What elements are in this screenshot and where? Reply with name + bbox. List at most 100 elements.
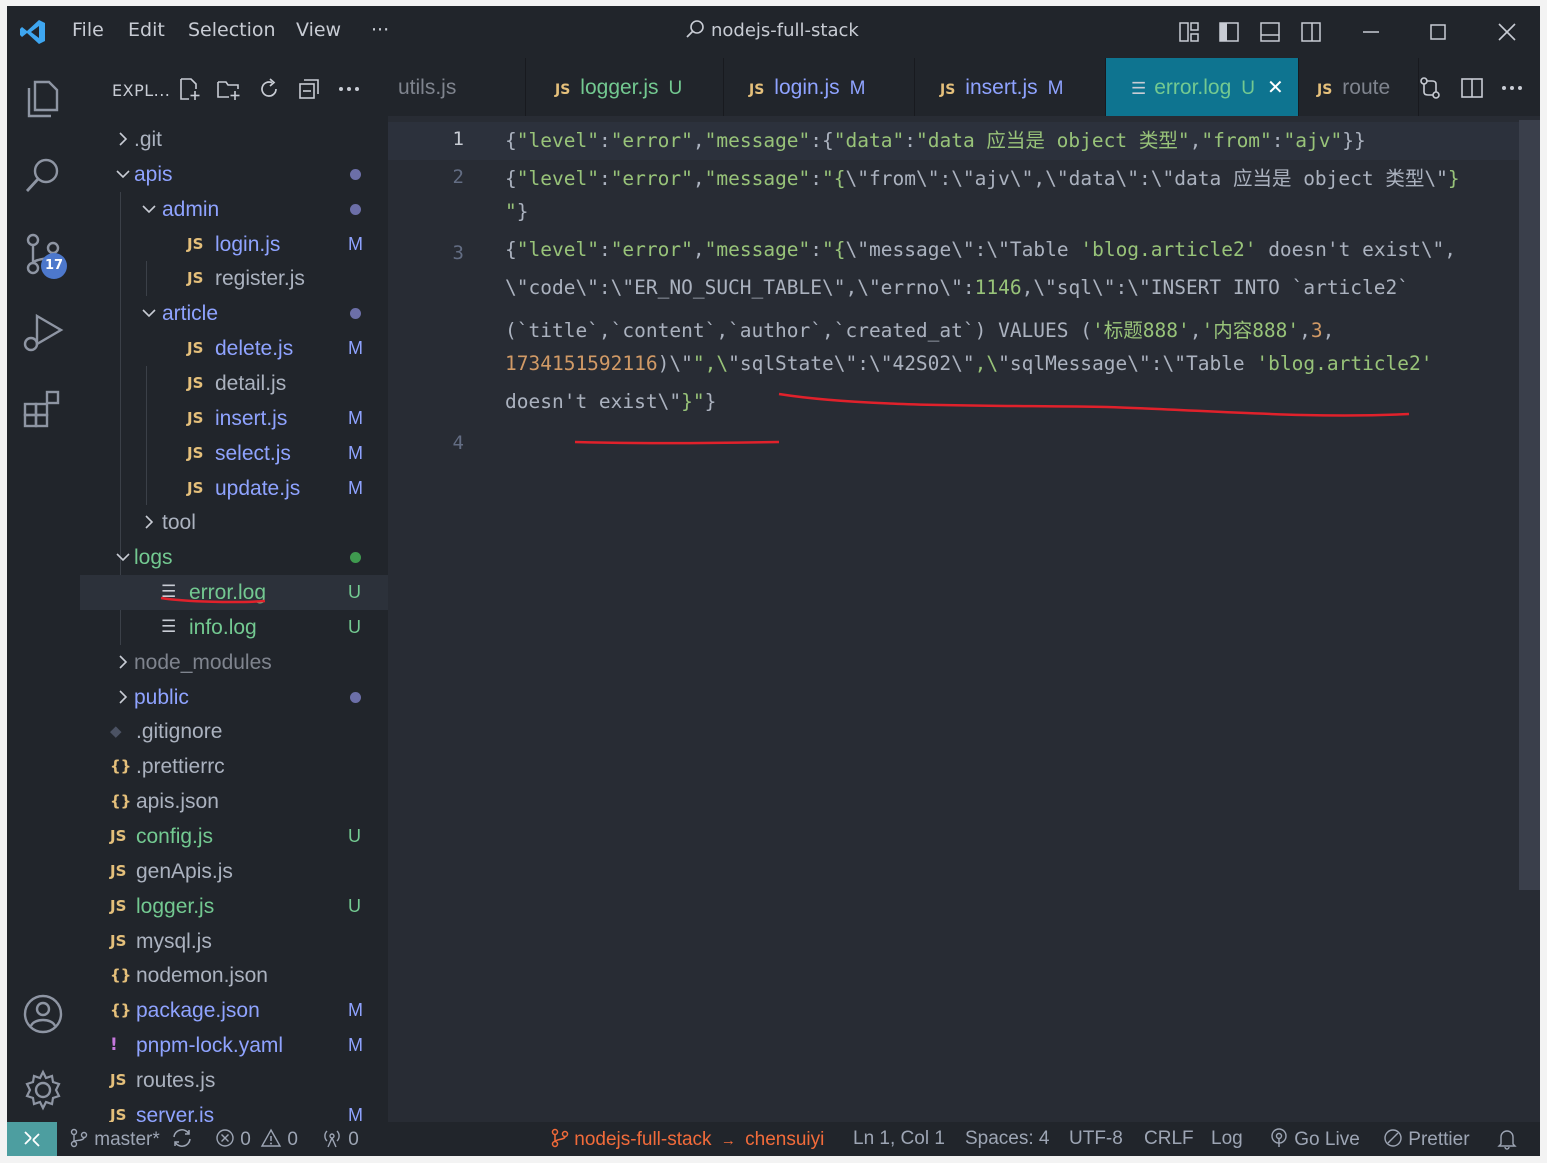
tree-item-mysql-js[interactable]: JS mysql.js <box>80 924 388 959</box>
tree-item-server-js[interactable]: JS server.js M <box>80 1098 388 1122</box>
tree-item-delete-js[interactable]: JS delete.js M <box>80 331 388 366</box>
refresh-icon[interactable] <box>256 76 282 102</box>
split-editor-icon[interactable] <box>1460 76 1484 100</box>
eol-status[interactable]: CRLF <box>1144 1128 1194 1150</box>
tree-item-error-log[interactable]: ☰ error.log U <box>80 575 388 611</box>
tree-item-detail-js[interactable]: JS detail.js <box>80 366 388 401</box>
tree-item-insert-js[interactable]: JS insert.js M <box>80 401 388 436</box>
language-mode[interactable]: Log <box>1211 1128 1243 1150</box>
tree-item-login-js[interactable]: JS login.js M <box>80 227 388 262</box>
prettier-status[interactable]: Prettier <box>1383 1128 1470 1151</box>
tab-login-js[interactable]: JS login.js M <box>724 58 915 116</box>
chevron-down-icon[interactable] <box>140 200 158 218</box>
chevron-right-icon[interactable] <box>114 653 132 671</box>
remote-indicator[interactable] <box>7 1122 57 1156</box>
chevron-right-icon[interactable] <box>114 130 132 148</box>
tab-insert-js[interactable]: JS insert.js M <box>915 58 1106 116</box>
chevron-right-icon[interactable] <box>114 688 132 706</box>
ports-status[interactable]: 0 <box>321 1128 359 1151</box>
minimize-icon[interactable] <box>1360 21 1382 43</box>
settings-gear-icon[interactable] <box>21 1068 65 1112</box>
tree-item-admin[interactable]: admin <box>80 192 388 227</box>
code-editor[interactable]: 1 2 3 4 {"level":"error","message":{"dat… <box>388 116 1540 1122</box>
code-token: , <box>1189 129 1202 152</box>
yaml-file-icon: ! <box>110 1035 118 1056</box>
toggle-panel-icon[interactable] <box>1259 21 1281 43</box>
javascript-file-icon: JS <box>110 827 127 845</box>
tree-item-routes-js[interactable]: JS routes.js <box>80 1063 388 1098</box>
javascript-file-icon: JS <box>187 234 204 253</box>
collapse-all-icon[interactable] <box>296 76 322 102</box>
tree-item-apis-json[interactable]: {} apis.json <box>80 784 388 819</box>
tab-label: route <box>1342 76 1391 99</box>
tab-close-icon[interactable]: ✕ <box>1267 77 1284 99</box>
menu-selection[interactable]: Selection <box>188 19 276 41</box>
menu-file[interactable]: File <box>72 19 104 41</box>
toggle-secondary-sidebar-icon[interactable] <box>1300 21 1322 43</box>
chevron-down-icon[interactable] <box>114 548 132 566</box>
account-icon[interactable] <box>21 992 65 1036</box>
chevron-right-icon[interactable] <box>140 513 158 531</box>
toggle-primary-sidebar-icon[interactable] <box>1218 21 1240 43</box>
cursor-position[interactable]: Ln 1, Col 1 <box>853 1128 945 1150</box>
sync-icon[interactable] <box>171 1128 193 1148</box>
tree-item-logs[interactable]: logs <box>80 540 388 575</box>
editor-scrollbar[interactable] <box>1519 120 1540 890</box>
tree-item-gitignore[interactable]: ◆ .gitignore <box>80 714 388 749</box>
problems-status[interactable]: 0 0 <box>215 1128 298 1151</box>
chevron-down-icon[interactable] <box>140 304 158 322</box>
new-file-icon[interactable] <box>176 76 202 102</box>
tree-item-logger-js[interactable]: JS logger.js U <box>80 889 388 924</box>
notifications-bell-icon[interactable] <box>1497 1128 1517 1150</box>
tab-error-log[interactable]: ☰ error.log U ✕ <box>1106 58 1299 116</box>
tree-item-node-modules[interactable]: node_modules <box>80 645 388 680</box>
code-token: )\" <box>657 352 693 375</box>
git-branch-icon <box>551 1128 569 1148</box>
code-token: 1734151592116 <box>505 352 658 375</box>
tab-utils-js[interactable]: utils.js <box>388 58 526 116</box>
tree-item-config-js[interactable]: JS config.js U <box>80 819 388 854</box>
menu-edit[interactable]: Edit <box>128 19 165 41</box>
close-window-icon[interactable] <box>1496 21 1518 43</box>
tree-item-update-js[interactable]: JS update.js M <box>80 471 388 506</box>
customize-layout-icon[interactable] <box>1178 21 1200 43</box>
go-live-button[interactable]: Go Live <box>1269 1128 1360 1151</box>
tree-item-nodemon-json[interactable]: {} nodemon.json <box>80 958 388 993</box>
tab-route[interactable]: JS route <box>1299 58 1419 116</box>
tree-item-apis[interactable]: apis <box>80 157 388 192</box>
tree-item-register-js[interactable]: JS register.js <box>80 261 388 296</box>
tree-item-article[interactable]: article <box>80 296 388 331</box>
files-icon[interactable] <box>21 76 65 120</box>
encoding-status[interactable]: UTF-8 <box>1069 1128 1123 1150</box>
new-folder-icon[interactable] <box>216 76 242 102</box>
project-user-status[interactable]: nodejs-full-stack → chensuiyi <box>551 1128 824 1151</box>
line-number: 1 <box>452 128 464 150</box>
tree-item-info-log[interactable]: ☰ info.log U <box>80 610 388 645</box>
tree-item-select-js[interactable]: JS select.js M <box>80 436 388 471</box>
code-token: "level" <box>516 167 599 190</box>
tree-item-prettierrc[interactable]: {} .prettierrc <box>80 749 388 784</box>
tree-item-genapis-js[interactable]: JS genApis.js <box>80 854 388 889</box>
open-changes-icon[interactable] <box>1418 76 1442 100</box>
editor-more-actions-icon[interactable] <box>1500 76 1524 100</box>
search-icon[interactable] <box>21 154 65 198</box>
maximize-icon[interactable] <box>1427 21 1449 43</box>
tree-item-tool[interactable]: tool <box>80 505 388 540</box>
menu-view[interactable]: View <box>296 19 341 41</box>
branch-status[interactable]: master* <box>69 1128 193 1151</box>
tree-item-public[interactable]: public <box>80 680 388 715</box>
extensions-icon[interactable] <box>21 386 65 430</box>
indentation-status[interactable]: Spaces: 4 <box>965 1128 1050 1150</box>
explorer-title: EXPL... <box>112 81 171 100</box>
tree-item-git[interactable]: .git <box>80 122 388 157</box>
command-center[interactable]: nodejs-full-stack <box>685 19 859 41</box>
menu-more[interactable]: ··· <box>371 19 389 41</box>
tree-item-pnpm-lock-yaml[interactable]: ! pnpm-lock.yaml M <box>80 1028 388 1063</box>
more-actions-icon[interactable] <box>336 76 362 102</box>
tab-logger-js[interactable]: JS logger.js U <box>526 58 724 116</box>
javascript-file-icon: JS <box>187 478 204 497</box>
chevron-down-icon[interactable] <box>114 165 132 183</box>
tree-item-package-json[interactable]: {} package.json M <box>80 993 388 1028</box>
explorer-sidebar: EXPL... .git apis admin JS login.js M JS regist… <box>80 58 388 1122</box>
run-debug-icon[interactable] <box>21 310 65 354</box>
